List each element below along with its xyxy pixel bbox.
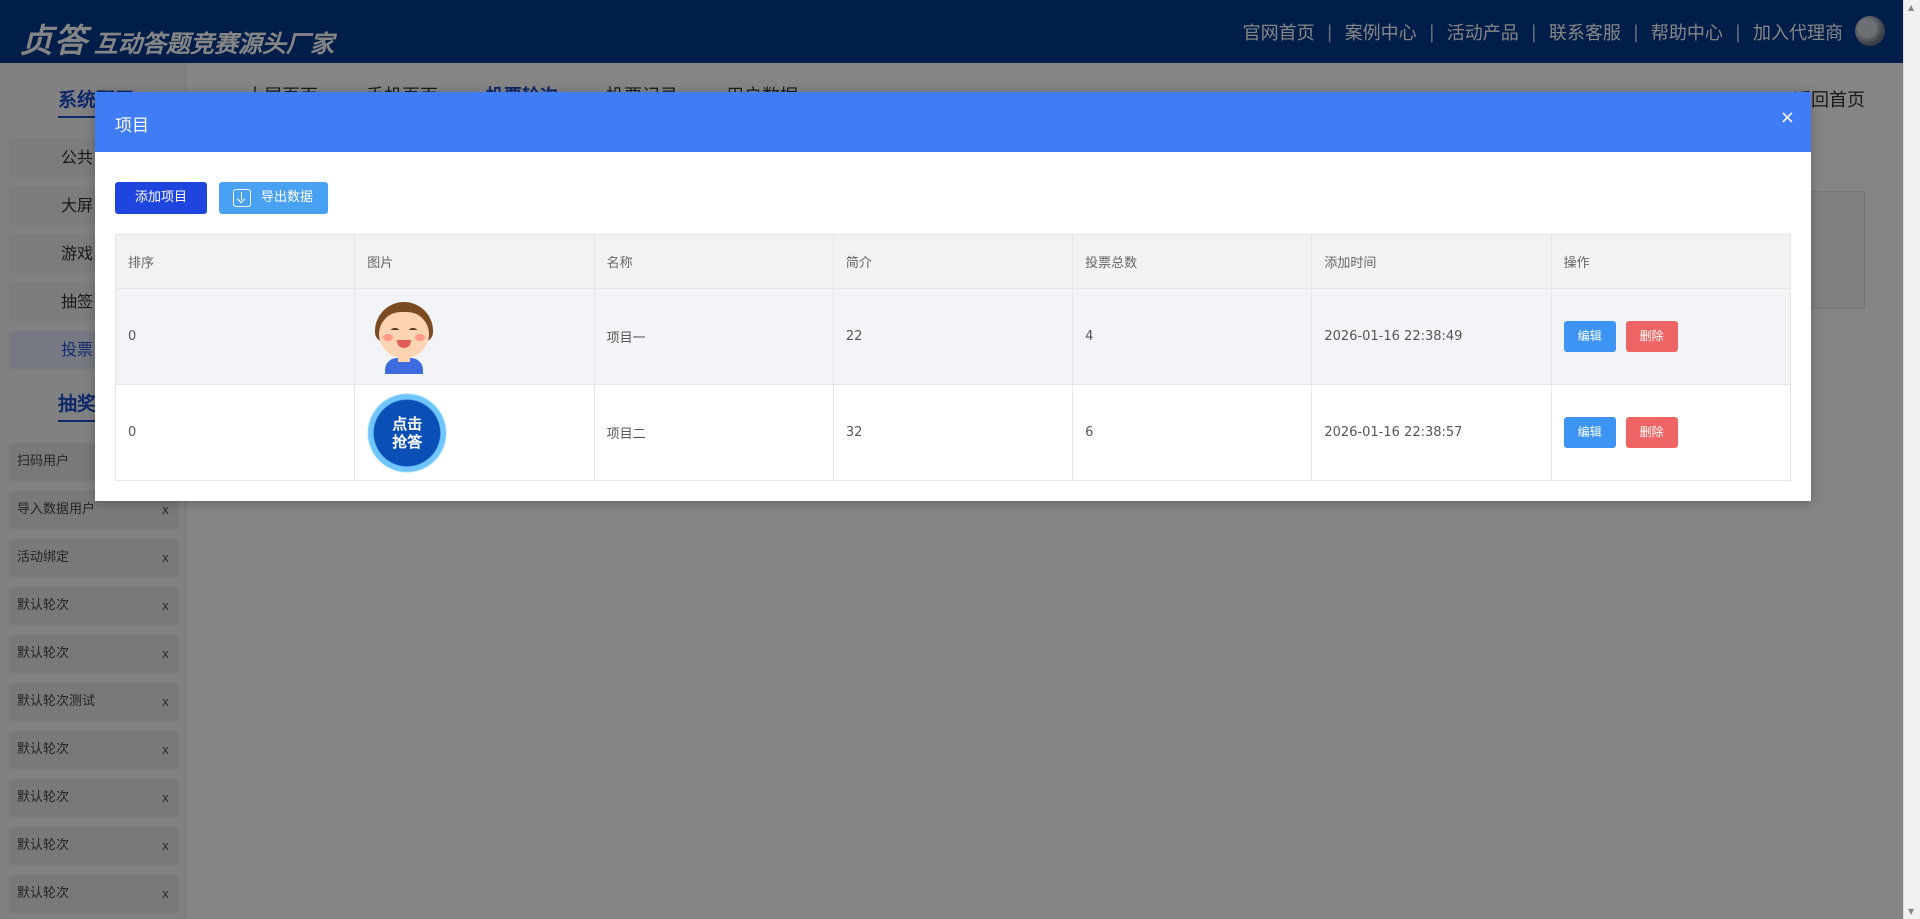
- close-icon[interactable]: ×: [1780, 109, 1795, 127]
- modal-header: 项目 ×: [95, 92, 1811, 152]
- cell-time: 2026-01-16 22:38:49: [1311, 288, 1552, 385]
- cell-time: 2026-01-16 22:38:57: [1311, 384, 1552, 481]
- badge-text: 点击抢答: [392, 414, 423, 451]
- cell-intro: 32: [832, 384, 1074, 481]
- cell-votes: 6: [1072, 384, 1313, 481]
- cell-image: [354, 288, 595, 385]
- download-icon: [233, 189, 252, 207]
- export-data-button[interactable]: 导出数据: [219, 182, 329, 214]
- page-scrollbar[interactable]: ▲ ▼: [1903, 0, 1920, 919]
- cell-actions: 编辑 删除: [1550, 288, 1792, 385]
- column-header-actions: 操作: [1550, 234, 1792, 289]
- scroll-up-icon[interactable]: ▲: [1908, 3, 1914, 12]
- project-table: 排序 图片 名称 简介 投票总数 添加时间 操作 0 项目一 22 4 2026…: [114, 234, 1792, 481]
- modal-toolbar: 添加项目 导出数据: [115, 182, 329, 214]
- column-header-name: 名称: [593, 234, 834, 289]
- table-row: 0 点击抢答 项目二 32 6 2026-01-16 22:38:57 编辑 删除: [114, 384, 1792, 481]
- project-modal: 项目 × 添加项目 导出数据 排序 图片 名称 简介 投票总数 添加时间 操作 …: [95, 92, 1811, 501]
- delete-button[interactable]: 删除: [1625, 321, 1678, 352]
- edit-button[interactable]: 编辑: [1563, 321, 1616, 352]
- cell-name: 项目一: [593, 288, 834, 385]
- cell-image: 点击抢答: [354, 384, 595, 481]
- export-button-label: 导出数据: [261, 190, 314, 205]
- scroll-down-icon[interactable]: ▼: [1908, 907, 1914, 916]
- column-header-time: 添加时间: [1311, 234, 1552, 289]
- cell-actions: 编辑 删除: [1550, 384, 1792, 481]
- modal-title: 项目: [115, 116, 149, 136]
- delete-button[interactable]: 删除: [1625, 417, 1678, 448]
- column-header-order: 排序: [114, 234, 356, 289]
- click-answer-badge-image: 点击抢答: [367, 392, 448, 473]
- cell-order: 0: [114, 288, 356, 385]
- table-header-row: 排序 图片 名称 简介 投票总数 添加时间 操作: [114, 234, 1792, 289]
- add-project-button[interactable]: 添加项目: [115, 182, 208, 214]
- cell-order: 0: [114, 384, 356, 481]
- column-header-intro: 简介: [832, 234, 1074, 289]
- cell-votes: 4: [1072, 288, 1313, 385]
- table-row: 0 项目一 22 4 2026-01-16 22:38:49 编辑 删除: [114, 288, 1792, 385]
- edit-button[interactable]: 编辑: [1563, 417, 1616, 448]
- cartoon-boy-image: [367, 298, 439, 376]
- column-header-votes: 投票总数: [1072, 234, 1313, 289]
- column-header-image: 图片: [354, 234, 595, 289]
- cell-name: 项目二: [593, 384, 834, 481]
- cell-intro: 22: [832, 288, 1074, 385]
